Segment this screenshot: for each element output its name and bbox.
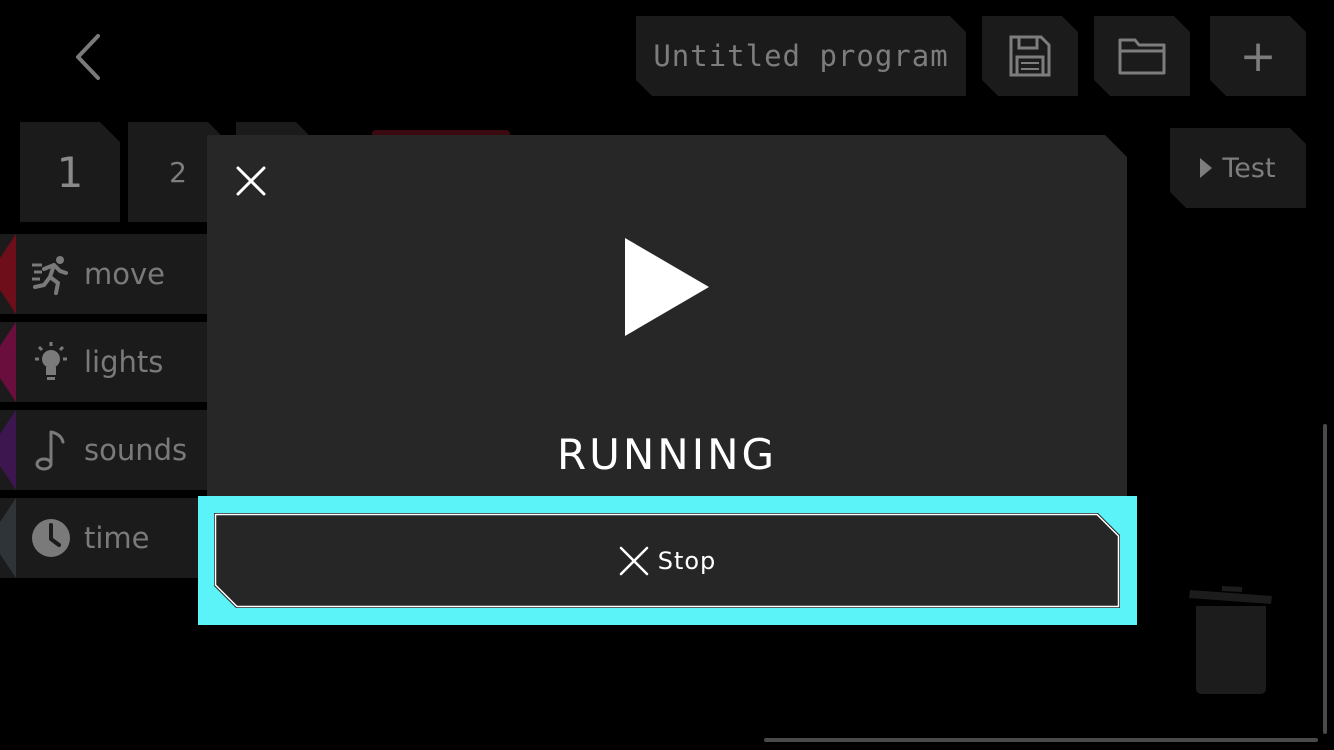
floppy-disk-icon xyxy=(1007,33,1053,79)
category-sounds[interactable]: sounds xyxy=(0,410,210,490)
music-note-icon xyxy=(28,427,74,473)
program-title-text: Untitled program xyxy=(653,39,949,73)
tab-label: 2 xyxy=(169,155,187,189)
folder-icon xyxy=(1117,36,1167,76)
category-move[interactable]: move xyxy=(0,234,210,314)
status-text: RUNNING xyxy=(556,430,778,479)
close-icon xyxy=(236,166,266,196)
category-color-edge xyxy=(0,410,16,490)
stop-button[interactable]: Stop xyxy=(214,513,1120,608)
save-button[interactable] xyxy=(982,16,1078,96)
plus-icon: + xyxy=(1239,30,1277,82)
tab-1[interactable]: 1 xyxy=(20,122,120,222)
category-color-edge xyxy=(0,322,16,402)
category-lights[interactable]: lights xyxy=(0,322,210,402)
tab-label: 1 xyxy=(56,147,84,197)
back-button[interactable] xyxy=(64,30,114,84)
close-dialog-button[interactable] xyxy=(230,160,272,202)
test-label: Test xyxy=(1222,152,1276,184)
add-button[interactable]: + xyxy=(1210,16,1306,96)
horizontal-scrollbar[interactable] xyxy=(764,738,1318,742)
category-time[interactable]: time xyxy=(0,498,210,578)
open-button[interactable] xyxy=(1094,16,1190,96)
program-title-field[interactable]: Untitled program xyxy=(636,16,966,96)
category-label: sounds xyxy=(84,433,188,467)
stop-button-content: Stop xyxy=(214,513,1120,608)
play-small-icon xyxy=(1200,158,1212,178)
chevron-left-icon xyxy=(76,34,100,80)
trash-drop-zone[interactable] xyxy=(1188,582,1274,694)
close-icon xyxy=(618,545,650,577)
category-color-edge xyxy=(0,498,16,578)
category-color-edge xyxy=(0,234,16,314)
play-icon xyxy=(625,238,709,336)
category-label: time xyxy=(84,521,150,555)
vertical-scrollbar[interactable] xyxy=(1323,424,1327,734)
test-button[interactable]: Test xyxy=(1170,128,1306,208)
running-person-icon xyxy=(28,251,74,297)
program-editor-screen: Untitled program + 1 2 Test move lights … xyxy=(0,0,1334,750)
trash-can-icon xyxy=(1189,586,1272,694)
category-label: move xyxy=(84,257,165,291)
category-label: lights xyxy=(84,345,164,379)
clock-icon xyxy=(28,515,74,561)
stop-label: Stop xyxy=(657,546,717,575)
light-bulb-icon xyxy=(28,339,74,385)
